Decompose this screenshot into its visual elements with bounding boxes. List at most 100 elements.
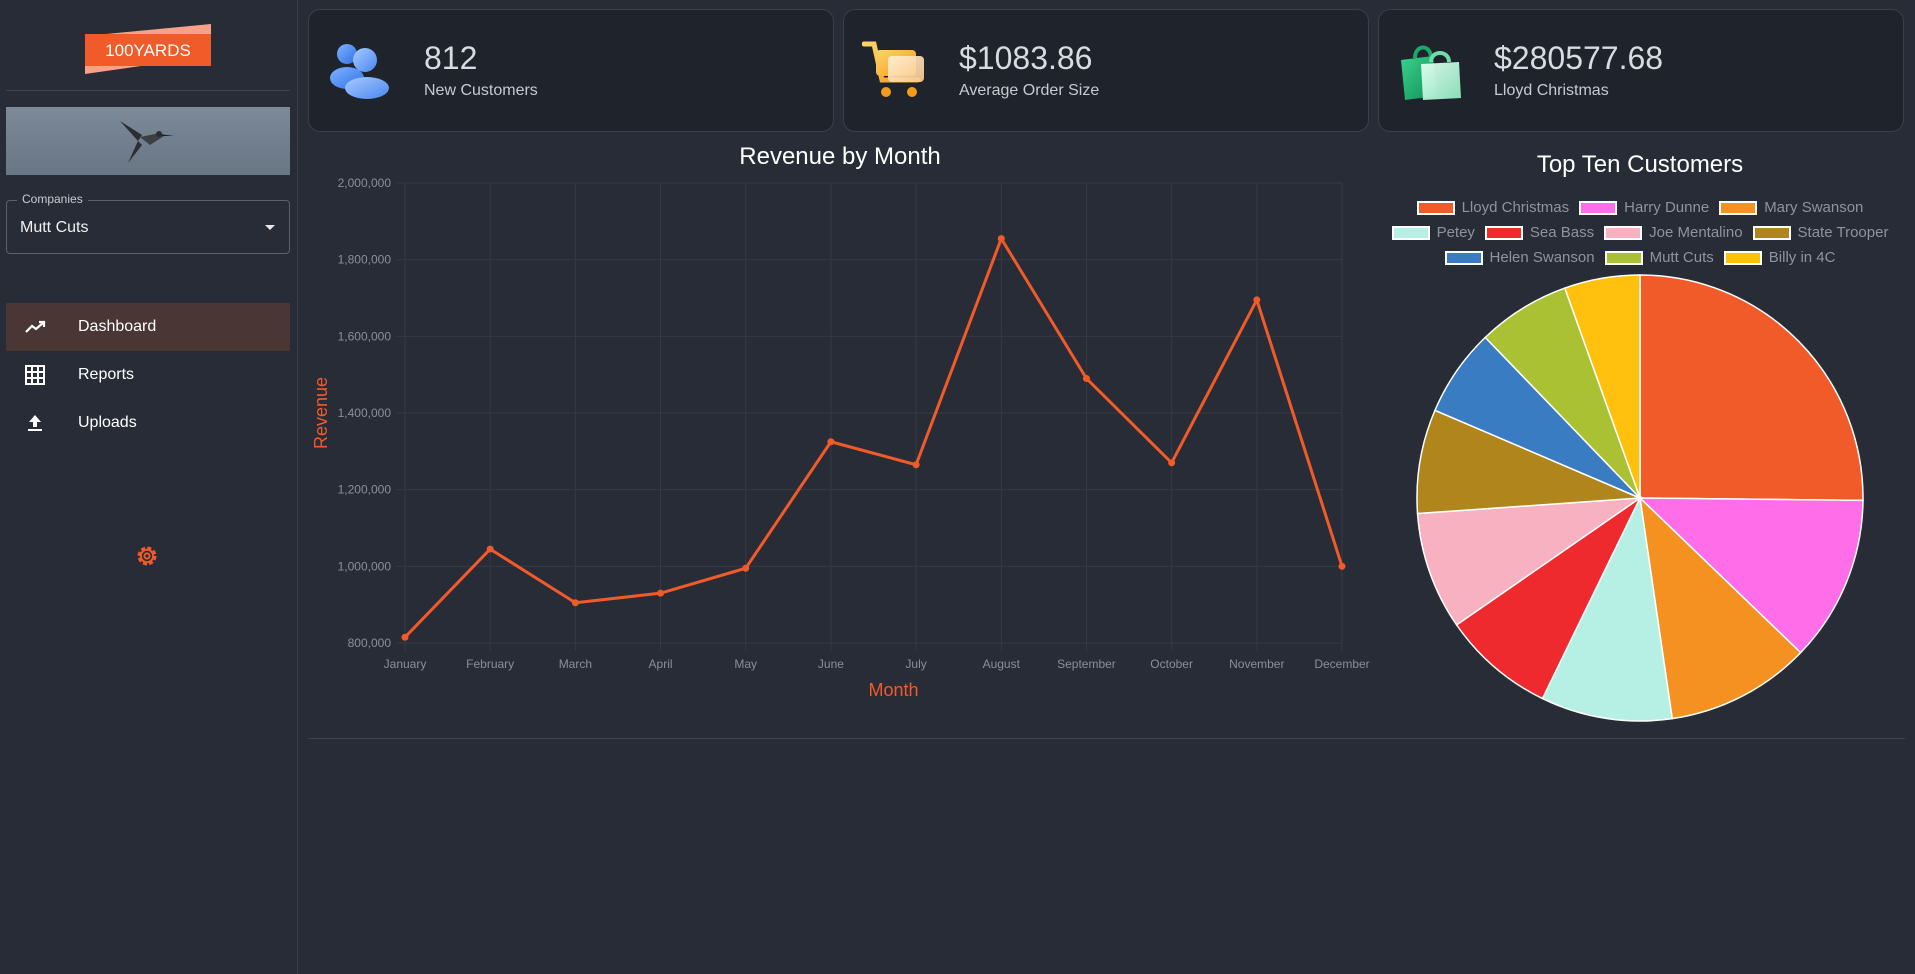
legend-item[interactable]: Lloyd Christmas xyxy=(1416,199,1570,216)
x-tick-label: January xyxy=(384,657,427,671)
legend-row: Petey Sea Bass Joe Mentalino State Trooper xyxy=(1380,220,1900,245)
grid-icon xyxy=(25,365,45,385)
revenue-point[interactable] xyxy=(571,599,579,607)
company-select[interactable]: Companies Mutt Cuts xyxy=(6,192,290,254)
trending-up-icon xyxy=(25,320,46,333)
legend-label: Helen Swanson xyxy=(1489,249,1595,266)
legend-label: Billy in 4C xyxy=(1768,249,1836,266)
stat-card-average-order: $1083.86 Average Order Size xyxy=(843,9,1369,132)
revenue-point[interactable] xyxy=(742,564,750,572)
revenue-series-line xyxy=(403,237,1344,639)
sidebar-divider xyxy=(6,90,290,91)
new-customers-value: 812 xyxy=(424,40,478,76)
revenue-point[interactable] xyxy=(912,461,920,469)
nav-label-reports: Reports xyxy=(78,366,135,383)
pie-slice[interactable] xyxy=(1639,274,1864,502)
revenue-point[interactable] xyxy=(827,438,835,446)
x-tick-label: August xyxy=(983,657,1021,671)
legend-item[interactable]: Mutt Cuts xyxy=(1604,249,1714,266)
legend-swatch xyxy=(1391,225,1430,240)
legend-swatch xyxy=(1579,200,1618,215)
legend-item[interactable]: Harry Dunne xyxy=(1579,199,1709,216)
legend-label: Mary Swanson xyxy=(1764,199,1864,216)
company-select-value: Mutt Cuts xyxy=(20,219,89,236)
stat-card-top-customer: $280577.68 Lloyd Christmas xyxy=(1378,9,1904,132)
x-tick-label: July xyxy=(905,657,926,671)
x-tick-label: April xyxy=(649,657,673,671)
y-axis-title: Revenue xyxy=(311,377,331,449)
legend-swatch xyxy=(1719,200,1758,215)
y-tick-label: 1,600,000 xyxy=(338,329,392,343)
shopping-bag-icon xyxy=(1401,45,1461,100)
revenue-point[interactable] xyxy=(1338,562,1346,570)
nav-item-uploads[interactable]: Uploads xyxy=(6,399,290,447)
legend-label: Lloyd Christmas xyxy=(1461,199,1570,216)
legend-item[interactable]: Mary Swanson xyxy=(1719,199,1863,216)
company-select-label: Companies xyxy=(17,192,88,206)
legend-item[interactable]: Sea Bass xyxy=(1484,224,1595,241)
nav-label-dashboard: Dashboard xyxy=(78,318,157,335)
legend-label: Sea Bass xyxy=(1529,224,1595,241)
top-customers-chart-title: Top Ten Customers xyxy=(1536,151,1744,178)
y-tick-label: 1,800,000 xyxy=(338,253,392,267)
average-order-value: $1083.86 xyxy=(959,40,1093,76)
revenue-chart-title: Revenue by Month xyxy=(739,143,941,170)
top-customers-pie-chart xyxy=(1416,274,1864,722)
legend-label: Mutt Cuts xyxy=(1649,249,1714,266)
revenue-point[interactable] xyxy=(401,633,409,641)
legend-item[interactable]: Billy in 4C xyxy=(1723,249,1836,266)
x-tick-label: December xyxy=(1314,657,1369,671)
top-customer-label: Lloyd Christmas xyxy=(1494,82,1609,99)
revenue-point[interactable] xyxy=(486,545,494,553)
cart-icon xyxy=(862,41,924,97)
brand-logo[interactable]: 100YARDS xyxy=(85,24,211,76)
y-tick-label: 1,200,000 xyxy=(338,483,392,497)
revenue-point[interactable] xyxy=(1253,296,1261,304)
y-tick-label: 1,400,000 xyxy=(338,406,392,420)
x-tick-label: October xyxy=(1150,657,1193,671)
settings-icon[interactable] xyxy=(135,544,159,568)
x-tick-label: June xyxy=(818,657,844,671)
revenue-point[interactable] xyxy=(1168,459,1176,467)
sidebar: 100YARDS Companies Mutt Cuts Dashboard R… xyxy=(0,0,298,974)
x-tick-label: September xyxy=(1057,657,1116,671)
revenue-line-chart: 800,000 1,000,000 1,200,000 1,400,000 1,600,… xyxy=(311,176,1370,700)
legend-label: Petey xyxy=(1436,224,1475,241)
revenue-point[interactable] xyxy=(657,589,665,597)
legend-label: Joe Mentalino xyxy=(1649,224,1743,241)
logo-text: 100YARDS xyxy=(105,41,191,60)
x-axis-title: Month xyxy=(868,680,918,700)
company-banner-image xyxy=(6,107,290,175)
y-tick-label: 1,000,000 xyxy=(338,559,392,573)
nav-item-reports[interactable]: Reports xyxy=(6,351,290,399)
legend-swatch xyxy=(1604,250,1643,265)
legend-row: Helen Swanson Mutt Cuts Billy in 4C xyxy=(1380,245,1900,270)
legend-label: State Trooper xyxy=(1797,224,1889,241)
y-tick-label: 800,000 xyxy=(348,636,392,650)
new-customers-label: New Customers xyxy=(424,82,538,99)
legend-swatch xyxy=(1752,225,1791,240)
x-tick-label: May xyxy=(734,657,757,671)
legend-item[interactable]: Petey xyxy=(1391,224,1475,241)
pie-legend: Lloyd Christmas Harry Dunne Mary Swanson Pe… xyxy=(1380,195,1900,270)
legend-row: Lloyd Christmas Harry Dunne Mary Swanson xyxy=(1380,195,1900,220)
stat-card-new-customers: 812 New Customers xyxy=(308,9,834,132)
legend-item[interactable]: Helen Swanson xyxy=(1444,249,1595,266)
legend-item[interactable]: Joe Mentalino xyxy=(1604,224,1743,241)
legend-swatch xyxy=(1484,225,1523,240)
revenue-point[interactable] xyxy=(1082,375,1090,382)
legend-item[interactable]: State Trooper xyxy=(1752,224,1889,241)
nav-label-uploads: Uploads xyxy=(78,414,137,431)
x-tick-label: February xyxy=(466,657,514,671)
top-customer-value: $280577.68 xyxy=(1494,40,1664,76)
customers-icon xyxy=(330,44,389,99)
legend-swatch xyxy=(1723,250,1762,265)
content-divider xyxy=(308,738,1905,739)
upload-icon xyxy=(28,415,42,431)
x-tick-label: March xyxy=(559,657,592,671)
legend-swatch xyxy=(1444,250,1483,265)
revenue-point[interactable] xyxy=(997,235,1005,243)
nav-item-dashboard[interactable]: Dashboard xyxy=(6,303,290,351)
hummingbird-icon xyxy=(120,121,174,163)
average-order-label: Average Order Size xyxy=(959,82,1100,99)
